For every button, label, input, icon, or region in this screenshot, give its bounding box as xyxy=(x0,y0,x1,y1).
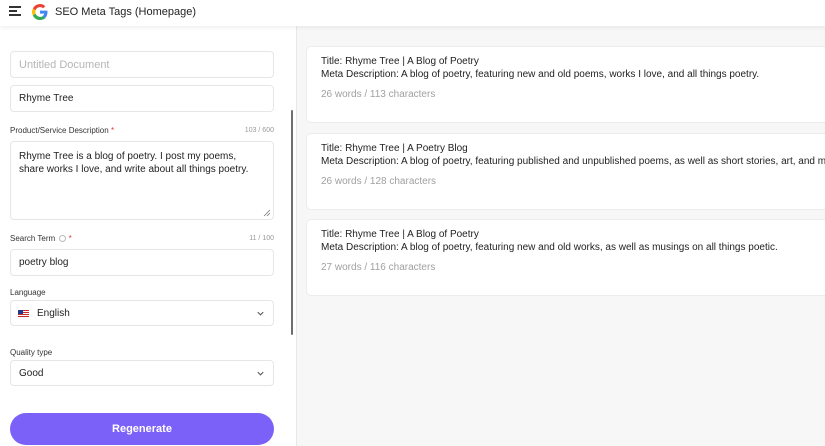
business-name-input[interactable]: Rhyme Tree xyxy=(10,85,274,112)
description-label: Product/Service Description * xyxy=(10,126,115,135)
resize-handle-icon[interactable] xyxy=(263,209,271,217)
search-term-char-counter: 11 / 100 xyxy=(249,235,274,242)
hamburger-menu-icon[interactable] xyxy=(9,6,21,16)
input-form-panel: Untitled Document Rhyme Tree Product/Ser… xyxy=(0,26,296,446)
required-mark: * xyxy=(68,234,72,243)
result-meta-description: Meta Description: A blog of poetry, feat… xyxy=(321,156,825,167)
quality-type-label: Quality type xyxy=(10,348,53,357)
document-name-input[interactable]: Untitled Document xyxy=(10,51,274,78)
language-select[interactable]: English xyxy=(10,300,274,326)
result-word-count: 26 words / 128 characters xyxy=(321,176,437,187)
us-flag-icon xyxy=(18,310,29,317)
description-char-counter: 103 / 600 xyxy=(244,127,274,134)
chevron-down-icon xyxy=(257,311,264,316)
google-logo-icon xyxy=(32,4,48,20)
results-panel: Title: Rhyme Tree | A Blog of Poetry Met… xyxy=(297,26,825,446)
search-term-value: poetry blog xyxy=(19,257,69,268)
form-scrollbar[interactable] xyxy=(291,110,293,335)
required-mark: * xyxy=(110,126,115,135)
language-value: English xyxy=(37,308,70,319)
result-title: Title: Rhyme Tree | A Blog of Poetry xyxy=(321,229,479,240)
result-card[interactable]: Title: Rhyme Tree | A Blog of Poetry Met… xyxy=(306,46,825,123)
info-icon[interactable] xyxy=(59,235,67,242)
result-title: Title: Rhyme Tree | A Poetry Blog xyxy=(321,143,468,154)
top-bar: SEO Meta Tags (Homepage) xyxy=(0,0,825,26)
page-title: SEO Meta Tags (Homepage) xyxy=(55,6,197,18)
search-term-label: Search Term * xyxy=(10,234,72,243)
quality-type-value: Good xyxy=(19,368,44,379)
result-meta-description: Meta Description: A blog of poetry, feat… xyxy=(321,69,760,80)
result-card[interactable]: Title: Rhyme Tree | A Poetry Blog Meta D… xyxy=(306,133,825,210)
result-title: Title: Rhyme Tree | A Blog of Poetry xyxy=(321,56,479,67)
regenerate-button[interactable]: Regenerate xyxy=(10,413,274,445)
quality-type-select[interactable]: Good xyxy=(10,360,274,386)
result-word-count: 27 words / 116 characters xyxy=(321,262,436,273)
language-label: Language xyxy=(10,288,46,297)
business-name-value: Rhyme Tree xyxy=(19,93,74,104)
result-word-count: 26 words / 113 characters xyxy=(321,89,436,100)
document-name-placeholder: Untitled Document xyxy=(19,59,110,71)
description-textarea[interactable]: Rhyme Tree is a blog of poetry. I post m… xyxy=(10,141,274,220)
result-meta-description: Meta Description: A blog of poetry, feat… xyxy=(321,242,778,253)
chevron-down-icon xyxy=(257,371,264,376)
result-card[interactable]: Title: Rhyme Tree | A Blog of Poetry Met… xyxy=(306,219,825,296)
description-text: Rhyme Tree is a blog of poetry. I post m… xyxy=(19,151,249,175)
search-term-input[interactable]: poetry blog xyxy=(10,249,274,276)
